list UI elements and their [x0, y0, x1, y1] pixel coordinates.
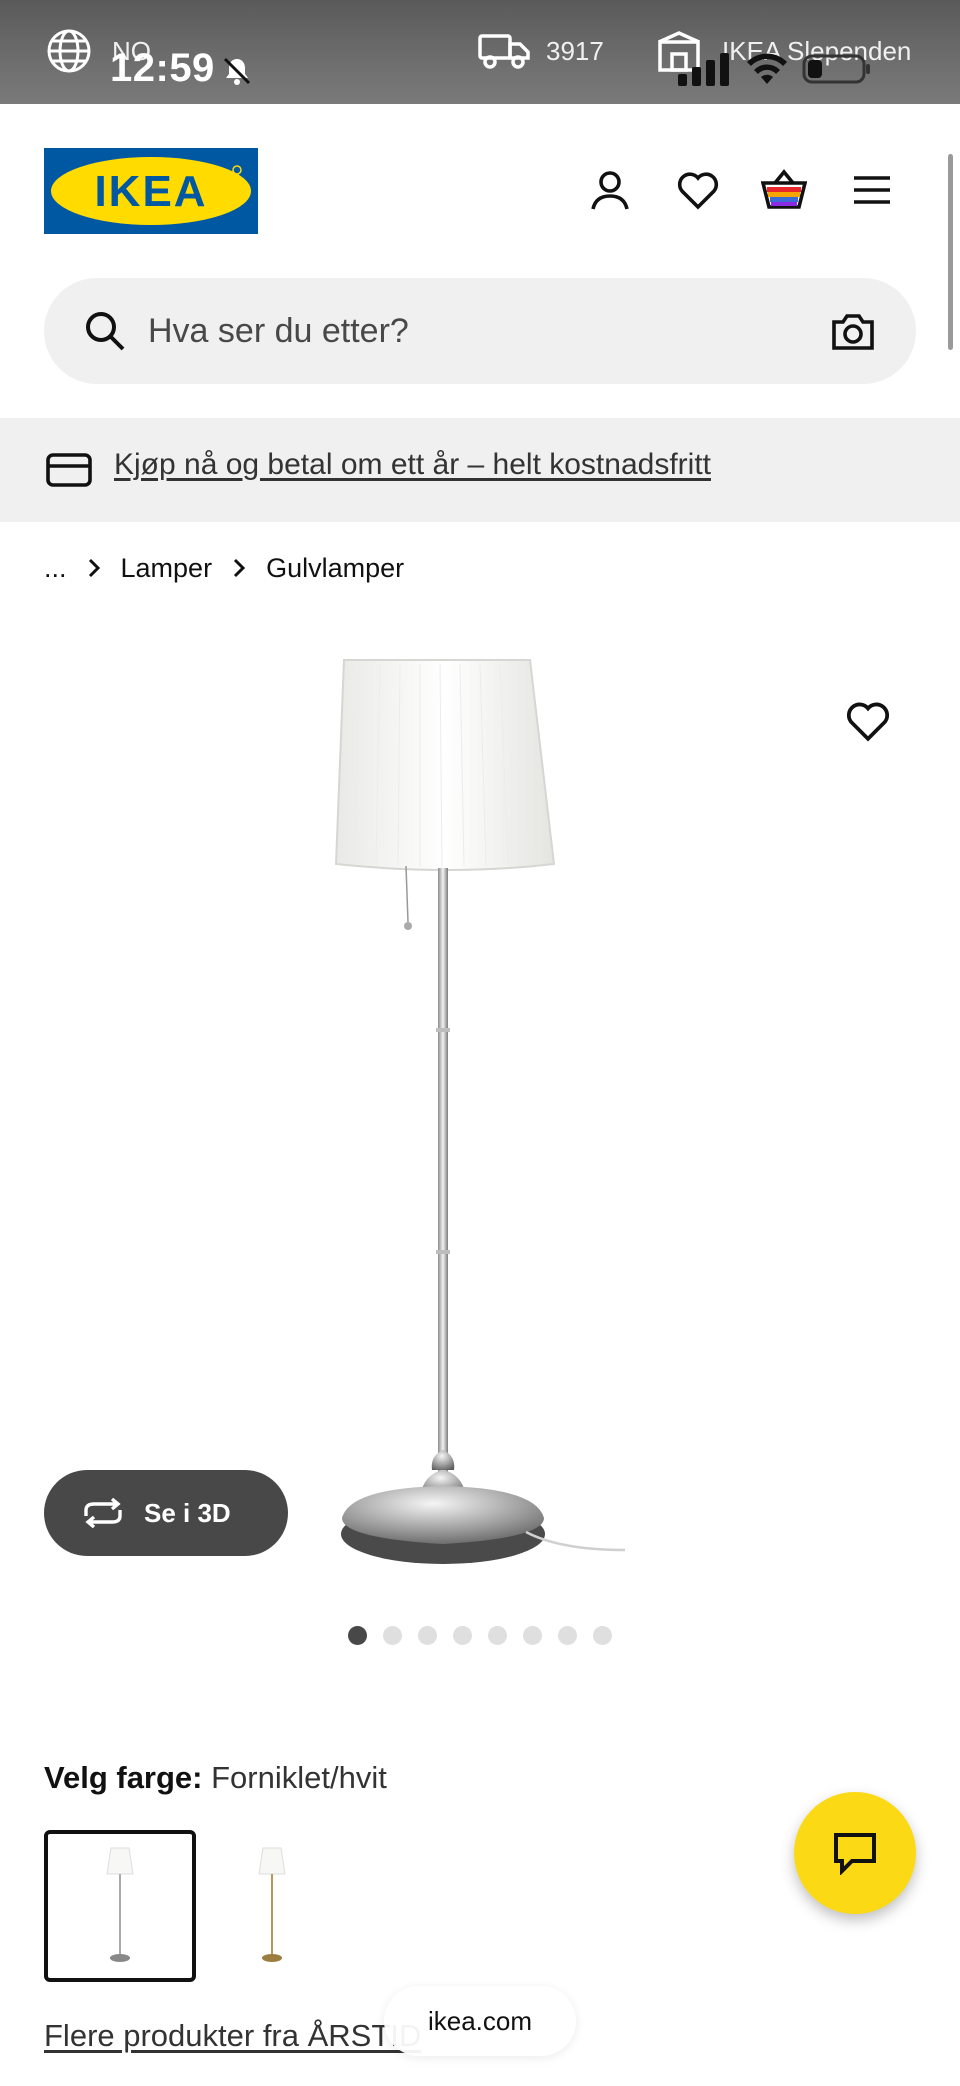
carousel-dot-4[interactable] — [453, 1626, 472, 1645]
heart-icon — [677, 172, 719, 210]
cart-icon — [761, 169, 807, 209]
heart-icon — [846, 702, 890, 742]
carousel-dot-3[interactable] — [418, 1626, 437, 1645]
browser-url-pill[interactable]: ikea.com — [384, 1986, 576, 2056]
more-products-link[interactable]: Flere produkter fra ÅRSTID — [44, 2018, 421, 2054]
colour-swatch-brass-white[interactable] — [196, 1830, 348, 1982]
carousel-dot-1[interactable] — [348, 1626, 367, 1645]
chat-button[interactable] — [794, 1792, 916, 1914]
battery-icon — [802, 54, 870, 84]
carousel-dot-2[interactable] — [383, 1626, 402, 1645]
menu-button[interactable] — [846, 164, 898, 216]
chevron-right-icon — [88, 558, 100, 578]
clock: 12:59 — [110, 46, 215, 90]
globe-icon[interactable] — [46, 28, 92, 74]
rotate-3d-icon — [84, 1498, 122, 1528]
breadcrumb: ... Lamper Gulvlamper — [44, 548, 404, 588]
wifi-icon — [747, 53, 787, 84]
carousel-dot-7[interactable] — [558, 1626, 577, 1645]
scrollbar-thumb[interactable] — [948, 154, 953, 350]
colour-swatch-nickel-white[interactable] — [44, 1830, 196, 1982]
breadcrumb-ellipsis[interactable]: ... — [44, 553, 67, 584]
chat-bubble-icon — [834, 1833, 876, 1875]
favourites-button[interactable] — [672, 164, 724, 216]
colour-selection-label: Velg farge: Forniklet/hvit — [44, 1760, 387, 1796]
breadcrumb-gulvlamper[interactable]: Gulvlamper — [266, 553, 404, 584]
cellular-signal-icon — [678, 53, 729, 86]
delivery-truck-icon[interactable] — [478, 30, 530, 70]
colour-value: Forniklet/hvit — [211, 1760, 387, 1795]
account-icon — [591, 171, 629, 210]
swatch-lamp-image — [258, 1847, 286, 1962]
product-favourite-button[interactable] — [846, 700, 898, 752]
carousel-dot-8[interactable] — [593, 1626, 612, 1645]
bell-muted-icon — [223, 57, 251, 85]
swatch-lamp-image — [106, 1847, 134, 1962]
search-icon[interactable] — [82, 308, 128, 354]
colour-label-title: Velg farge: — [44, 1760, 203, 1795]
search-bar[interactable] — [44, 278, 916, 384]
carousel-dot-6[interactable] — [523, 1626, 542, 1645]
status-bar: NO 12:59 3917 IKEA Slependen — [0, 0, 960, 104]
svg-text:IKEA: IKEA — [94, 167, 207, 216]
ikea-logo[interactable]: IKEA — [44, 148, 258, 234]
breadcrumb-lamper[interactable]: Lamper — [121, 553, 213, 584]
promo-link[interactable]: Kjøp nå og betal om ett år – helt kostna… — [114, 448, 711, 482]
see-in-3d-button[interactable]: Se i 3D — [44, 1470, 288, 1556]
product-image-floor-lamp[interactable] — [320, 650, 640, 1590]
carousel-dot-5[interactable] — [488, 1626, 507, 1645]
chevron-right-icon — [234, 558, 246, 578]
cart-button[interactable] — [758, 164, 810, 216]
menu-icon — [854, 176, 890, 204]
promo-banner[interactable]: Kjøp nå og betal om ett år – helt kostna… — [0, 418, 960, 522]
camera-search-icon[interactable] — [830, 308, 876, 354]
account-button[interactable] — [584, 164, 636, 216]
search-input[interactable] — [148, 300, 748, 362]
image-carousel-dots — [348, 1626, 612, 1645]
delivery-postcode[interactable]: 3917 — [546, 36, 604, 67]
browser-url: ikea.com — [427, 2005, 533, 2036]
credit-card-icon — [46, 453, 92, 487]
see-in-3d-label: Se i 3D — [144, 1497, 231, 1528]
